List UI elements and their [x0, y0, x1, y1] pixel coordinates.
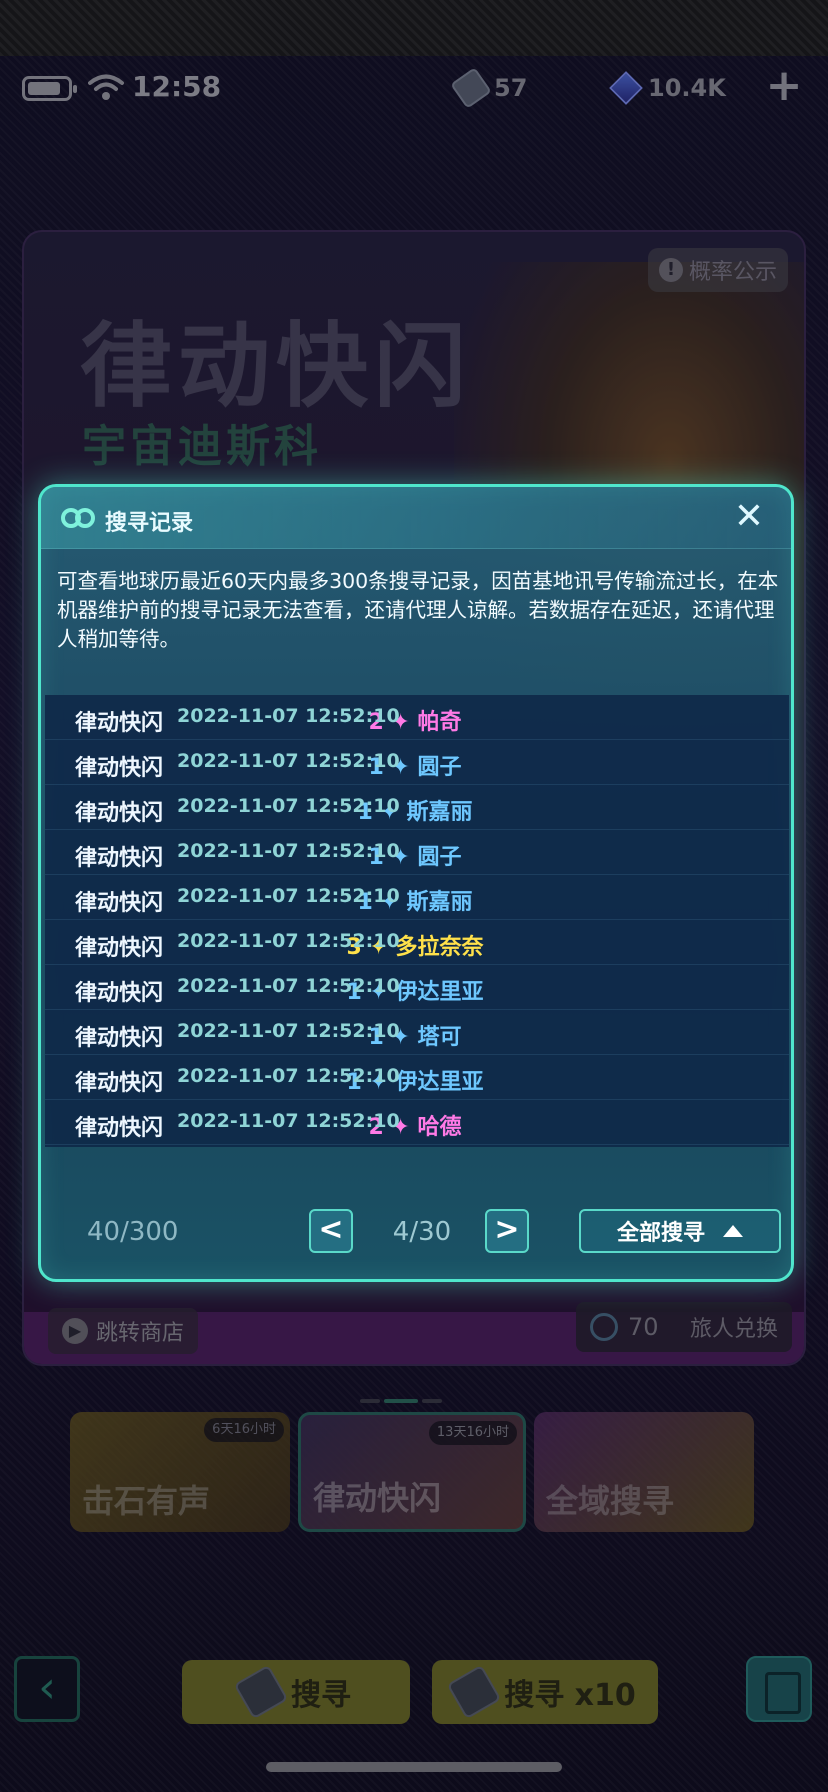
dialog-header: 搜寻记录 ✕: [41, 487, 791, 549]
record-row: 律动快闪 1 ✦ 塔可 2022-11-07 12:52:10: [45, 1010, 789, 1055]
record-row: 律动快闪 1 ✦ 圆子 2022-11-07 12:52:10: [45, 740, 789, 785]
record-row: 律动快闪 2 ✦ 帕奇 2022-11-07 12:52:10: [45, 695, 789, 740]
record-time: 2022-11-07 12:52:10: [177, 840, 400, 862]
screen: 12:58 57 10.4K + 律动快闪 宇宙迪斯科 ! 概率公示 ▶ 跳转商…: [0, 0, 828, 1792]
record-row: 律动快闪 1 ✦ 斯嘉丽 2022-11-07 12:52:10: [45, 785, 789, 830]
record-pool: 律动快闪: [75, 1116, 164, 1141]
close-icon[interactable]: ✕: [729, 497, 769, 537]
record-count: 40/300: [87, 1217, 179, 1247]
record-pool: 律动快闪: [75, 1071, 164, 1096]
record-pool: 律动快闪: [75, 981, 164, 1006]
record-row: 律动快闪 1 ✦ 斯嘉丽 2022-11-07 12:52:10: [45, 875, 789, 920]
record-time: 2022-11-07 12:52:10: [177, 885, 400, 907]
caret-up-icon: [723, 1225, 743, 1237]
record-time: 2022-11-07 12:52:10: [177, 930, 400, 952]
record-row: 律动快闪 1 ✦ 伊达里亚 2022-11-07 12:52:10: [45, 1055, 789, 1100]
filter-label: 全部搜寻: [616, 1221, 705, 1246]
search-record-dialog: 搜寻记录 ✕ 可查看地球历最近60天内最多300条搜寻记录，因苗基地讯号传输流过…: [38, 484, 794, 1282]
record-time: 2022-11-07 12:52:10: [177, 795, 400, 817]
record-pool: 律动快闪: [75, 891, 164, 916]
record-pool: 律动快闪: [75, 711, 164, 736]
record-time: 2022-11-07 12:52:10: [177, 705, 400, 727]
dialog-title: 搜寻记录: [105, 511, 194, 536]
record-pool: 律动快闪: [75, 936, 164, 961]
record-list: 律动快闪 2 ✦ 帕奇 2022-11-07 12:52:10 律动快闪 1 ✦ 圆子 2…: [45, 695, 789, 1147]
record-time: 2022-11-07 12:52:10: [177, 1065, 400, 1087]
record-row: 律动快闪 3 ✦ 多拉奈奈 2022-11-07 12:52:10: [45, 920, 789, 965]
record-pool: 律动快闪: [75, 801, 164, 826]
record-pool: 律动快闪: [75, 846, 164, 871]
record-time: 2022-11-07 12:52:10: [177, 750, 400, 772]
record-time: 2022-11-07 12:52:10: [177, 975, 400, 997]
record-logo-icon: [61, 508, 95, 528]
page-indicator: 4/30: [392, 1217, 452, 1247]
record-time: 2022-11-07 12:52:10: [177, 1110, 400, 1132]
record-time: 2022-11-07 12:52:10: [177, 1020, 400, 1042]
record-pool: 律动快闪: [75, 1026, 164, 1051]
next-page-button[interactable]: >: [485, 1209, 529, 1253]
prev-page-button[interactable]: <: [309, 1209, 353, 1253]
dialog-notice: 可查看地球历最近60天内最多300条搜寻记录，因苗基地讯号传输流过长，在本机器维…: [57, 569, 779, 651]
filter-dropdown[interactable]: 全部搜寻: [579, 1209, 781, 1253]
record-row: 律动快闪 1 ✦ 圆子 2022-11-07 12:52:10: [45, 830, 789, 875]
record-pool: 律动快闪: [75, 756, 164, 781]
record-row: 律动快闪 2 ✦ 哈德 2022-11-07 12:52:10: [45, 1100, 789, 1145]
record-row: 律动快闪 1 ✦ 伊达里亚 2022-11-07 12:52:10: [45, 965, 789, 1010]
